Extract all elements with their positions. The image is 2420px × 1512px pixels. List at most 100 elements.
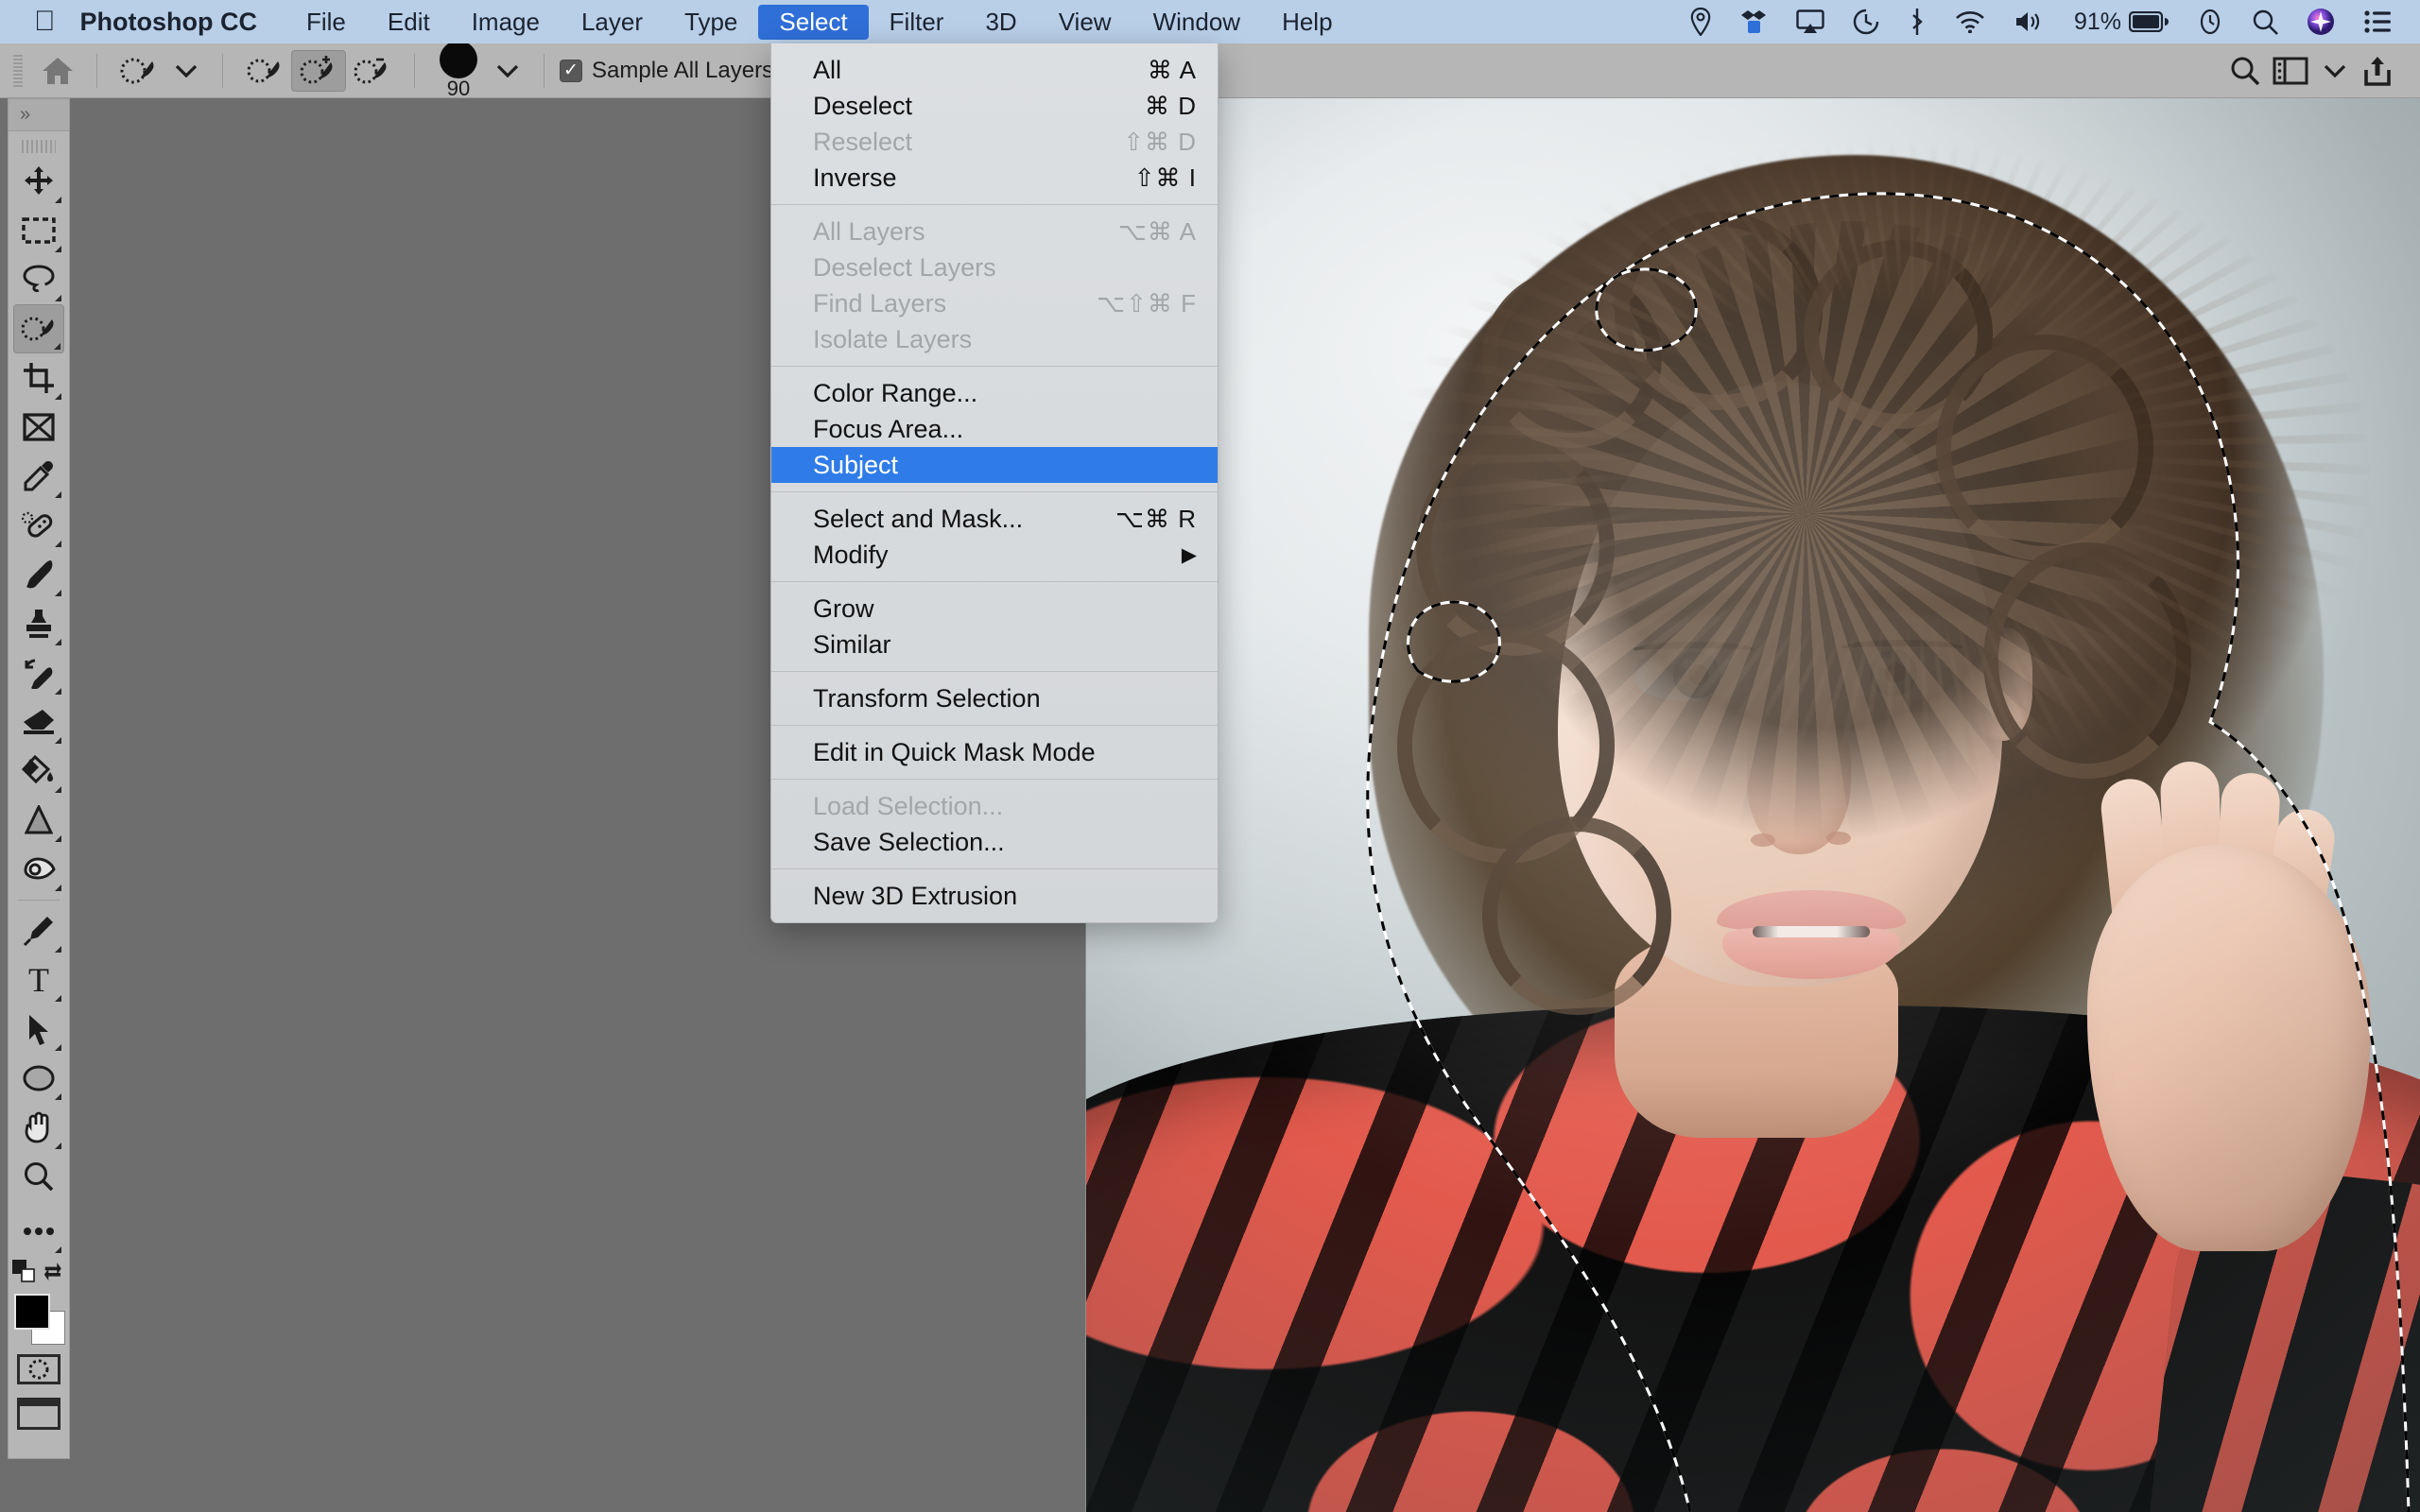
- eyedropper-tool[interactable]: [13, 452, 64, 501]
- zoom-tool[interactable]: [13, 1152, 64, 1201]
- volume-icon[interactable]: [2014, 0, 2046, 43]
- menu-window[interactable]: Window: [1132, 5, 1261, 40]
- clock-icon[interactable]: [2197, 0, 2223, 43]
- menu-view[interactable]: View: [1038, 5, 1132, 40]
- brush-chevron-down-icon[interactable]: [487, 50, 528, 92]
- menu-item-subject[interactable]: Subject: [771, 447, 1218, 483]
- quick-selection-tool[interactable]: [13, 304, 64, 353]
- options-bar-grip[interactable]: [13, 54, 23, 87]
- menu-item-color-range[interactable]: Color Range...: [771, 375, 1218, 411]
- tool-flyout-corner: [55, 1246, 61, 1253]
- menu-item-edit-in-quick-mask-mode[interactable]: Edit in Quick Mask Mode: [771, 734, 1218, 770]
- menu-3d[interactable]: 3D: [964, 5, 1037, 40]
- spotlight-search-icon[interactable]: [2252, 0, 2278, 43]
- battery-icon[interactable]: 91%: [2074, 0, 2169, 43]
- brush-size-preview[interactable]: 90: [430, 40, 487, 101]
- options-separator: [96, 53, 97, 88]
- menu-item-new-3d-extrusion[interactable]: New 3D Extrusion: [771, 878, 1218, 914]
- dropbox-icon[interactable]: [1739, 0, 1768, 43]
- subtract-from-selection-button[interactable]: [346, 50, 399, 92]
- crop-tool[interactable]: [13, 353, 64, 403]
- brush-tool[interactable]: [13, 550, 64, 599]
- time-machine-icon[interactable]: [1853, 0, 1879, 43]
- menu-type[interactable]: Type: [664, 5, 758, 40]
- menu-item-shortcut: ⌘ D: [1145, 91, 1197, 120]
- frame-tool[interactable]: [13, 403, 64, 452]
- default-colors-icon[interactable]: [12, 1259, 35, 1287]
- menu-image[interactable]: Image: [451, 5, 561, 40]
- menu-filter[interactable]: Filter: [869, 5, 965, 40]
- workspace-switcher-icon[interactable]: [2267, 50, 2314, 92]
- screen-mode-icon[interactable]: [17, 1398, 60, 1430]
- swap-colors-icon[interactable]: [43, 1260, 65, 1287]
- siri-icon[interactable]: [2307, 0, 2335, 43]
- edit-toolbar-button[interactable]: [13, 1207, 64, 1256]
- path-selection-tool[interactable]: [13, 1005, 64, 1054]
- menu-item-shortcut: ⌥⌘ A: [1117, 216, 1197, 246]
- tool-panel-grip[interactable]: [22, 140, 56, 153]
- menu-help[interactable]: Help: [1261, 5, 1353, 40]
- quick-mask-mode-icon[interactable]: [17, 1354, 60, 1384]
- document-canvas-area[interactable]: [1085, 98, 2420, 1512]
- menu-item-deselect[interactable]: Deselect ⌘ D: [771, 88, 1218, 124]
- search-icon[interactable]: [2223, 50, 2267, 92]
- menu-item-inverse[interactable]: Inverse ⇧⌘ I: [771, 160, 1218, 196]
- rectangular-marquee-tool[interactable]: [13, 206, 64, 255]
- menu-item-all[interactable]: All ⌘ A: [771, 52, 1218, 88]
- apple-logo-icon[interactable]: : [0, 8, 80, 36]
- new-selection-button[interactable]: [238, 50, 291, 92]
- tool-preset-chevron-down-icon[interactable]: [165, 50, 207, 92]
- location-services-icon[interactable]: [1690, 0, 1711, 43]
- menu-edit[interactable]: Edit: [367, 5, 451, 40]
- tool-flyout-corner: [55, 639, 61, 645]
- hand-tool[interactable]: [13, 1103, 64, 1152]
- wifi-icon[interactable]: [1955, 0, 1985, 43]
- add-to-selection-button[interactable]: [291, 49, 346, 92]
- menu-item-select-and-mask[interactable]: Select and Mask... ⌥⌘ R: [771, 501, 1218, 537]
- menu-item-save-selection[interactable]: Save Selection...: [771, 824, 1218, 860]
- control-center-icon[interactable]: [2363, 0, 2392, 43]
- gradient-tool[interactable]: [13, 747, 64, 796]
- menu-item-transform-selection[interactable]: Transform Selection: [771, 680, 1218, 716]
- quick-selection-tool-icon[interactable]: [112, 50, 165, 92]
- menu-item-focus-area[interactable]: Focus Area...: [771, 411, 1218, 447]
- lasso-tool[interactable]: [13, 255, 64, 304]
- tool-flyout-corner: [55, 737, 61, 744]
- select-menu-dropdown[interactable]: All ⌘ A Deselect ⌘ D Reselect ⇧⌘ D Inverse ⇧⌘ I…: [770, 43, 1219, 923]
- move-tool[interactable]: [13, 157, 64, 206]
- eraser-tool[interactable]: [13, 697, 64, 747]
- menu-separator: [771, 491, 1218, 492]
- pen-tool[interactable]: [13, 906, 64, 955]
- clone-stamp-tool[interactable]: [13, 599, 64, 648]
- menu-select[interactable]: Select: [758, 4, 869, 40]
- sample-all-layers-checkbox[interactable]: ✓ Sample All Layers: [560, 58, 773, 84]
- foreground-background-color-swatches[interactable]: [12, 1292, 65, 1345]
- tool-flyout-corner: [54, 343, 60, 350]
- photoshop-tool-panel: » T: [8, 98, 70, 1459]
- menu-separator: [771, 204, 1218, 205]
- menu-item-grow[interactable]: Grow: [771, 591, 1218, 627]
- tool-panel-divider: [18, 900, 60, 901]
- home-icon[interactable]: [34, 50, 81, 92]
- tool-flyout-corner: [55, 1044, 61, 1051]
- history-brush-tool[interactable]: [13, 648, 64, 697]
- menu-layer[interactable]: Layer: [561, 5, 664, 40]
- menu-item-modify[interactable]: Modify ▶: [771, 537, 1218, 573]
- tool-panel-collapse-button[interactable]: »: [9, 99, 69, 131]
- dodge-tool[interactable]: [13, 845, 64, 894]
- menu-item-label: Reselect: [813, 127, 913, 156]
- airplay-icon[interactable]: [1796, 0, 1824, 43]
- document-image[interactable]: [1085, 98, 2420, 1512]
- tool-flyout-corner: [55, 835, 61, 842]
- menu-file[interactable]: File: [285, 5, 367, 40]
- type-tool[interactable]: T: [13, 955, 64, 1005]
- blur-tool[interactable]: [13, 796, 64, 845]
- ellipse-tool[interactable]: [13, 1054, 64, 1103]
- share-icon[interactable]: [2356, 50, 2399, 92]
- workspace-chevron-down-icon[interactable]: [2314, 50, 2356, 92]
- spot-healing-brush-tool[interactable]: [13, 501, 64, 550]
- bluetooth-icon[interactable]: [1908, 0, 1927, 43]
- menu-item-similar[interactable]: Similar: [771, 627, 1218, 662]
- foreground-color-swatch[interactable]: [14, 1294, 50, 1330]
- app-name-label[interactable]: Photoshop CC: [80, 8, 285, 37]
